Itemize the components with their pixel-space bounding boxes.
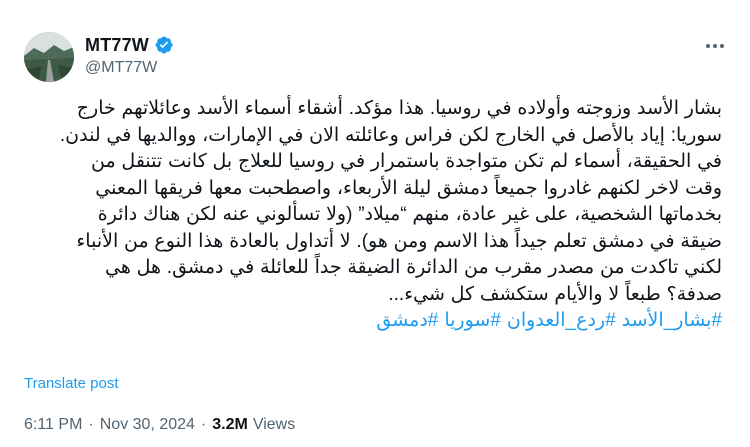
more-options-icon[interactable] — [700, 34, 730, 58]
tweet-line: ضيقة في دمشق تعلم جيداً هذا الاسم ومن هو… — [76, 230, 722, 252]
tweet-line: بخدماتها الشخصية، على غير عادة، منهم “مي… — [97, 204, 722, 225]
tweet-line: سوريا: إياد بالأصل في الخارج لكن فراس وع… — [59, 124, 722, 146]
author-handle[interactable]: @MT77W — [85, 59, 174, 77]
hashtag-row: #بشار_الأسد #ردع_العدوان #سوريا #دمشق — [22, 308, 722, 335]
avatar-image — [24, 32, 74, 82]
tweet-header: MT77W @MT77W — [24, 32, 730, 84]
translate-post-link[interactable]: Translate post — [24, 375, 119, 392]
hashtag-link[interactable]: #بشار_الأسد — [622, 310, 722, 331]
hashtag-link[interactable]: #دمشق — [376, 310, 438, 331]
tweet-text: بشار الأسد وزوجته وأولاده في روسيا. هذا … — [22, 96, 722, 335]
hashtag-link[interactable]: #سوريا — [444, 310, 501, 331]
views-count: 3.2M — [212, 416, 248, 433]
tweet-card: MT77W @MT77W بشار الأسد وزوجته وأولاده ف… — [0, 0, 750, 447]
views-label: Views — [252, 416, 296, 433]
meta-separator: · — [200, 416, 207, 433]
tweet-line: في الحقيقة، أسماء لم تكن متواجدة باستمرا… — [91, 151, 722, 172]
tweet-line: بشار الأسد وزوجته وأولاده في روسيا. هذا … — [76, 98, 722, 119]
tweet-meta: 6:11 PM · Nov 30, 2024 · 3.2M Views — [24, 416, 295, 434]
display-name[interactable]: MT77W — [85, 35, 149, 56]
avatar[interactable] — [24, 32, 74, 82]
post-time[interactable]: 6:11 PM — [24, 416, 82, 434]
tweet-line: وقت لاخر لكنهم غادروا جميعاً دمشق ليلة ا… — [95, 177, 722, 199]
author-names: MT77W @MT77W — [85, 33, 174, 77]
post-date[interactable]: Nov 30, 2024 — [100, 416, 195, 434]
tweet-line: صدفة؟ طبعاً لا والأيام ستكشف كل شيء... — [388, 283, 722, 305]
verified-badge-icon — [154, 35, 174, 55]
tweet-line: لكني تاكدت من مصدر مقرب من الدائرة الضيق… — [104, 257, 722, 278]
hashtag-link[interactable]: #ردع_العدوان — [507, 310, 616, 331]
meta-separator: · — [88, 416, 94, 433]
